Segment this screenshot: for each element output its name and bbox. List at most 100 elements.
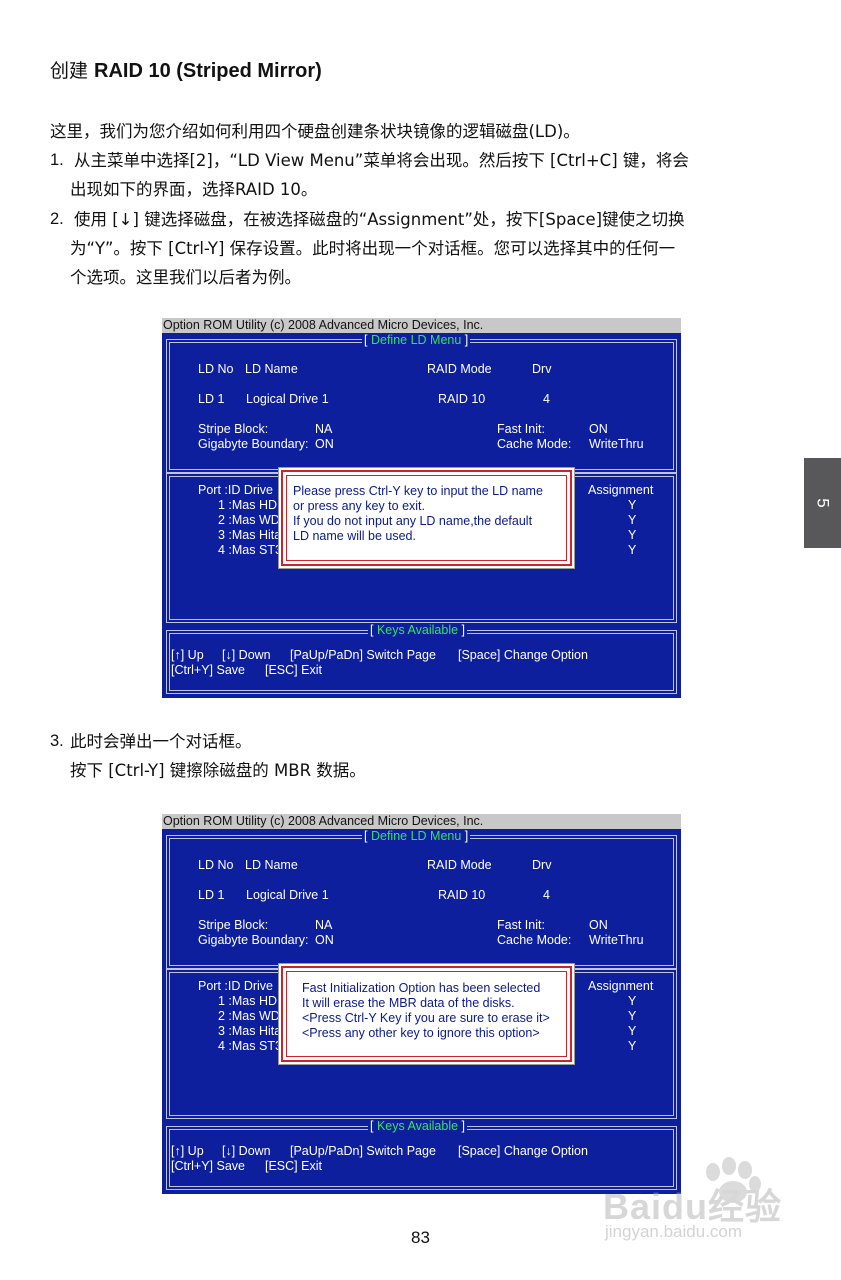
assignment-header: Assignment <box>588 483 654 497</box>
step1-line2: 出现如下的界面，选择RAID 10。 <box>70 180 318 199</box>
hdr-ld-name: LD Name <box>245 362 298 376</box>
key-save: [Ctrl+Y] Save <box>171 1159 245 1173</box>
key-save: [Ctrl+Y] Save <box>171 663 245 677</box>
drive-row[interactable]: 1 :Mas HD <box>218 994 277 1008</box>
raid-mode-value[interactable]: RAID 10 <box>438 392 485 406</box>
cache-mode-value[interactable]: WriteThru <box>589 933 644 947</box>
key-down: [↓] Down <box>222 1144 271 1158</box>
key-change-option: [Space] Change Option <box>458 648 588 662</box>
keys-title: [ Keys Available ] <box>368 623 468 637</box>
fast-init-value[interactable]: ON <box>589 918 608 932</box>
key-up: [↑] Up <box>171 648 204 662</box>
title-bold: RAID 10 (Striped Mirror) <box>94 60 322 82</box>
dialog-line: If you do not input any LD name,the defa… <box>293 514 533 528</box>
drv-value: 4 <box>543 888 550 902</box>
cache-mode-value[interactable]: WriteThru <box>589 437 644 451</box>
drv-value: 4 <box>543 392 550 406</box>
cache-mode-label: Cache Mode: <box>497 933 572 947</box>
ld-name-dialog[interactable]: Please press Ctrl-Y key to input the LD … <box>281 470 572 566</box>
key-down: [↓] Down <box>222 648 271 662</box>
bios-screenshot-2: Option ROM Utility (c) 2008 Advanced Mic… <box>162 814 681 1194</box>
dialog-line: <Press Ctrl-Y Key if you are sure to era… <box>302 1011 550 1025</box>
assignment-header: Assignment <box>588 979 654 993</box>
bios-topbar: Option ROM Utility (c) 2008 Advanced Mic… <box>162 814 681 829</box>
assignment-value[interactable]: Y <box>628 528 636 542</box>
raid-mode-value[interactable]: RAID 10 <box>438 888 485 902</box>
step2-line3: 个选项。这里我们以后者为例。 <box>70 268 301 287</box>
dialog-line: It will erase the MBR data of the disks. <box>302 996 515 1010</box>
stripe-label: Stripe Block: <box>198 918 269 932</box>
port-header: Port :ID Drive <box>198 979 274 993</box>
ld-no-value: LD 1 <box>198 392 225 406</box>
drive-row[interactable]: 4 :Mas ST3 <box>218 1039 282 1053</box>
define-ld-title: [ Define LD Menu ] <box>362 333 471 347</box>
keys-frame <box>166 630 677 694</box>
ld-name-value[interactable]: Logical Drive 1 <box>246 888 329 902</box>
gigabyte-value[interactable]: ON <box>315 437 334 451</box>
hdr-ld-no: LD No <box>198 858 234 872</box>
step2-line2: 为“Y”。按下 [Ctrl-Y] 保存设置。此时将出现一个对话框。您可以选择其中… <box>70 239 676 258</box>
keys-title: [ Keys Available ] <box>368 1119 468 1133</box>
assignment-value[interactable]: Y <box>628 498 636 512</box>
dialog-line: LD name will be used. <box>293 529 416 543</box>
key-up: [↑] Up <box>171 1144 204 1158</box>
drive-row[interactable]: 4 :Mas ST3 <box>218 543 282 557</box>
step3-line2: 按下 [Ctrl-Y] 键擦除磁盘的 MBR 数据。 <box>70 761 366 780</box>
cache-mode-label: Cache Mode: <box>497 437 572 451</box>
fast-init-dialog[interactable]: Fast Initialization Option has been sele… <box>281 966 572 1062</box>
fast-init-label: Fast Init: <box>497 918 545 932</box>
step2-line1: 使用 [↓] 键选择磁盘，在被选择磁盘的“Assignment”处，按下[Spa… <box>74 210 685 229</box>
assignment-value[interactable]: Y <box>628 513 636 527</box>
chapter-tab: 5 <box>804 458 841 548</box>
step3-line1: 此时会弹出一个对话框。 <box>70 732 252 751</box>
hdr-raid-mode: RAID Mode <box>427 362 492 376</box>
stripe-value[interactable]: NA <box>315 918 332 932</box>
stripe-value[interactable]: NA <box>315 422 332 436</box>
page-title: 创建 RAID 10 (Striped Mirror) <box>50 56 322 83</box>
drive-row[interactable]: 2 :Mas WD <box>218 1009 280 1023</box>
hdr-drv: Drv <box>532 362 552 376</box>
step2-number: 2. <box>50 210 64 228</box>
dialog-line: Please press Ctrl-Y key to input the LD … <box>293 484 543 498</box>
key-change-option: [Space] Change Option <box>458 1144 588 1158</box>
bios-screenshot-1: Option ROM Utility (c) 2008 Advanced Mic… <box>162 318 681 698</box>
gigabyte-label: Gigabyte Boundary: <box>198 933 309 947</box>
define-ld-frame <box>166 339 677 473</box>
step1-line1: 从主菜单中选择[2]，“LD View Menu”菜单将会出现。然后按下 [Ct… <box>74 151 689 170</box>
dialog-line: <Press any other key to ignore this opti… <box>302 1026 540 1040</box>
page-number: 83 <box>411 1228 430 1247</box>
step3-number: 3. <box>50 732 64 750</box>
ld-no-value: LD 1 <box>198 888 225 902</box>
gigabyte-label: Gigabyte Boundary: <box>198 437 309 451</box>
chapter-number: 5 <box>813 498 833 508</box>
hdr-drv: Drv <box>532 858 552 872</box>
assignment-value[interactable]: Y <box>628 994 636 1008</box>
drive-row[interactable]: 2 :Mas WD <box>218 513 280 527</box>
fast-init-label: Fast Init: <box>497 422 545 436</box>
port-header: Port :ID Drive <box>198 483 274 497</box>
step1-number: 1. <box>50 151 64 169</box>
fast-init-value[interactable]: ON <box>589 422 608 436</box>
intro-text: 这里，我们为您介绍如何利用四个硬盘创建条状块镜像的逻辑磁盘(LD)。 <box>50 122 580 141</box>
key-exit: [ESC] Exit <box>265 1159 322 1173</box>
bios-topbar: Option ROM Utility (c) 2008 Advanced Mic… <box>162 318 681 333</box>
drive-row[interactable]: 3 :Mas Hita <box>218 528 281 542</box>
drive-row[interactable]: 1 :Mas HD <box>218 498 277 512</box>
define-ld-title: [ Define LD Menu ] <box>362 829 471 843</box>
gigabyte-value[interactable]: ON <box>315 933 334 947</box>
define-ld-frame <box>166 835 677 969</box>
hdr-ld-no: LD No <box>198 362 234 376</box>
assignment-value[interactable]: Y <box>628 543 636 557</box>
assignment-value[interactable]: Y <box>628 1039 636 1053</box>
dialog-line: or press any key to exit. <box>293 499 426 513</box>
drive-row[interactable]: 3 :Mas Hita <box>218 1024 281 1038</box>
stripe-label: Stripe Block: <box>198 422 269 436</box>
ld-name-value[interactable]: Logical Drive 1 <box>246 392 329 406</box>
hdr-ld-name: LD Name <box>245 858 298 872</box>
title-prefix: 创建 <box>50 60 89 82</box>
assignment-value[interactable]: Y <box>628 1009 636 1023</box>
key-exit: [ESC] Exit <box>265 663 322 677</box>
key-switch-page: [PaUp/PaDn] Switch Page <box>290 1144 436 1158</box>
assignment-value[interactable]: Y <box>628 1024 636 1038</box>
hdr-raid-mode: RAID Mode <box>427 858 492 872</box>
